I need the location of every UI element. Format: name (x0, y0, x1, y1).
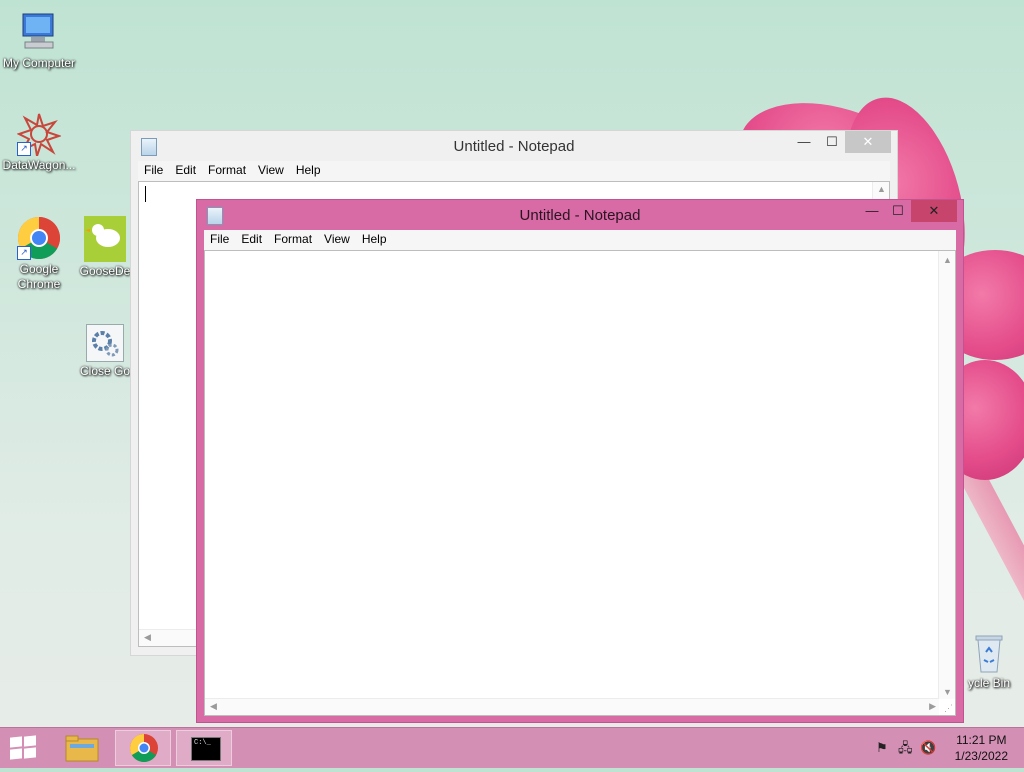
menu-help[interactable]: Help (356, 230, 393, 248)
scroll-left-icon[interactable]: ◀ (144, 632, 151, 643)
desktop-icon-label: My Computer (2, 56, 76, 70)
folder-icon (65, 735, 99, 762)
text-editor[interactable]: ▲ ▼ ◀ ▶ ⋰ (204, 250, 956, 716)
command-prompt-icon: C:\_ (191, 737, 221, 761)
scroll-up-icon[interactable]: ▲ (943, 255, 952, 265)
recycle-bin-icon (972, 630, 1006, 674)
shortcut-arrow-icon: ↗ (17, 142, 31, 156)
chrome-icon: ↗ (17, 216, 61, 260)
menu-bar: File Edit Format View Help (138, 161, 890, 181)
text-caret (145, 186, 146, 202)
desktop-icon-label: Google Chrome (17, 262, 61, 291)
close-button[interactable]: ✕ (911, 200, 957, 222)
shortcut-arrow-icon: ↗ (17, 246, 31, 260)
taskbar-command-prompt[interactable]: C:\_ (176, 730, 232, 766)
datawagon-icon: ↗ (16, 112, 63, 157)
menu-bar: File Edit Format View Help (204, 230, 956, 250)
desktop-icon-label: DataWagon... (2, 158, 76, 172)
computer-icon (17, 10, 61, 54)
scroll-right-icon[interactable]: ▶ (929, 701, 936, 712)
menu-file[interactable]: File (138, 161, 169, 179)
minimize-button[interactable]: — (859, 200, 885, 222)
desktop-icon-my-computer[interactable]: My Computer (0, 10, 81, 71)
action-center-flag-icon[interactable]: ⚑ (876, 740, 892, 756)
desktop-icon-label: ycle Bin (967, 676, 1011, 690)
network-icon[interactable]: 🖧 (898, 740, 914, 756)
window-title: Untitled - Notepad (453, 138, 575, 155)
scroll-down-icon[interactable]: ▼ (943, 687, 952, 697)
close-button[interactable]: ✕ (845, 131, 891, 153)
desktop-icon-datawagon[interactable]: ↗ DataWagon... (0, 112, 81, 173)
start-button[interactable] (10, 735, 38, 760)
maximize-button[interactable]: ☐ (819, 131, 845, 153)
menu-view[interactable]: View (252, 161, 290, 179)
menu-format[interactable]: Format (202, 161, 252, 179)
resize-grip-icon[interactable]: ⋰ (944, 703, 953, 714)
desktop-icon-recycle-bin[interactable]: ycle Bin (954, 630, 1024, 691)
taskbar-chrome[interactable] (115, 730, 171, 766)
menu-view[interactable]: View (318, 230, 356, 248)
clock[interactable]: 11:21 PM 1/23/2022 (955, 732, 1008, 764)
goose-icon (84, 216, 126, 262)
editor-text (205, 251, 955, 259)
menu-help[interactable]: Help (290, 161, 327, 179)
clock-time: 11:21 PM (956, 733, 1007, 747)
chrome-icon (130, 734, 158, 762)
volume-muted-icon[interactable]: 🔇 (920, 740, 936, 756)
cmd-prompt-text: C:\_ (194, 739, 211, 747)
title-bar[interactable]: Untitled - Notepad — ☐ ✕ (131, 131, 897, 161)
scroll-left-icon[interactable]: ◀ (210, 701, 217, 712)
gear-icon (86, 324, 124, 362)
title-bar[interactable]: Untitled - Notepad — ☐ ✕ (197, 200, 963, 230)
clock-date: 1/23/2022 (954, 749, 1008, 763)
minimize-button[interactable]: — (791, 131, 817, 153)
menu-format[interactable]: Format (268, 230, 318, 248)
horizontal-scrollbar[interactable]: ◀ ▶ (205, 698, 939, 715)
menu-edit[interactable]: Edit (169, 161, 202, 179)
menu-edit[interactable]: Edit (235, 230, 268, 248)
desktop-icon-google-chrome[interactable]: ↗ Google Chrome (0, 216, 81, 292)
window-title: Untitled - Notepad (519, 207, 641, 224)
notepad-window-active[interactable]: Untitled - Notepad — ☐ ✕ File Edit Format V… (196, 199, 964, 723)
vertical-scrollbar[interactable]: ▲ ▼ (938, 251, 955, 699)
taskbar: C:\_ ⚑ 🖧 🔇 11:21 PM 1/23/2022 (0, 727, 1024, 768)
maximize-button[interactable]: ☐ (885, 200, 911, 222)
scroll-up-icon[interactable]: ▲ (877, 184, 886, 194)
menu-file[interactable]: File (204, 230, 235, 248)
taskbar-file-explorer[interactable] (54, 730, 110, 766)
